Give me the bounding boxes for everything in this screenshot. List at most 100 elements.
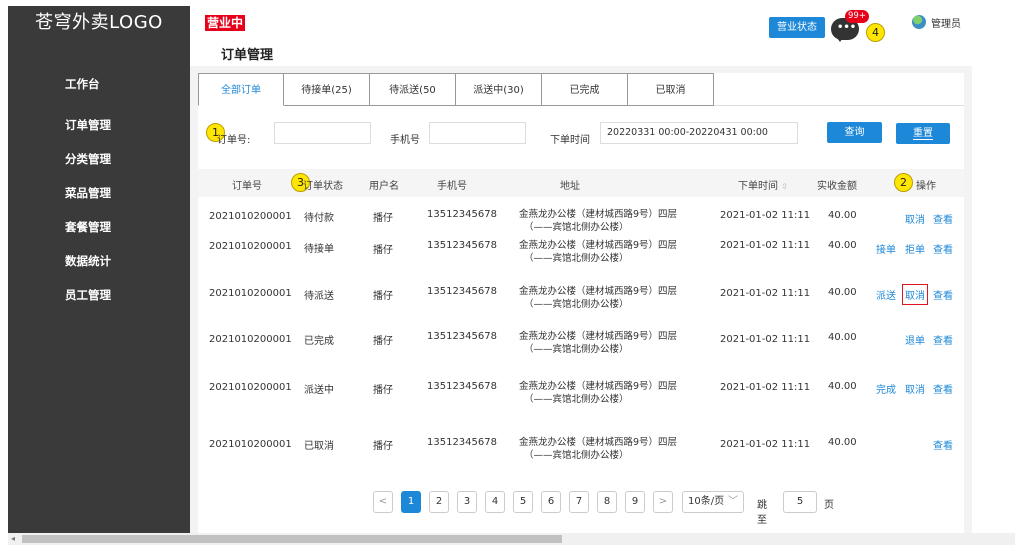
sidebar: 苍穹外卖LOGO 工作台 订单管理 分类管理 菜品管理 套餐管理 数据统计 员工… [8, 6, 190, 533]
page-size-select[interactable]: 10条/页 ﹀ [682, 491, 744, 513]
col-username: 用户名 [369, 181, 399, 192]
view-order-button[interactable]: 查看 [933, 241, 953, 256]
view-order-button[interactable]: 查看 [933, 332, 953, 347]
sidebar-item-setmeals[interactable]: 套餐管理 [8, 210, 190, 244]
phone-cell: 13512345678 [427, 209, 497, 220]
amount-cell: 40.00 [828, 437, 857, 448]
col-order-time[interactable]: 下单时间 ⇳ [738, 177, 788, 192]
page-button-2[interactable]: 2 [429, 491, 449, 513]
orders-table-header: 订单号 3 订单状态 用户名 手机号 地址 下单时间 ⇳ 实收金额 2 操作 [198, 169, 964, 197]
page-button-1[interactable]: 1 [401, 491, 421, 513]
business-status-tag: 营业中 [205, 15, 246, 31]
username-cell: 播仔 [373, 441, 393, 452]
jump-label: 跳至 [757, 500, 767, 526]
amount-cell: 40.00 [828, 210, 857, 221]
shop-status-button[interactable]: 营业状态 [769, 17, 825, 38]
order-time-cell: 2021-01-02 11:11 [720, 240, 811, 251]
avatar[interactable] [912, 15, 926, 29]
accept-order-button[interactable]: 接单 [876, 241, 896, 256]
page-button-9[interactable]: 9 [625, 491, 645, 513]
dispatch-order-button[interactable]: 派送 [876, 287, 896, 302]
col-order-status: 订单状态 [303, 181, 343, 192]
reset-button-label: 重置 [913, 128, 933, 140]
chevron-down-icon: ﹀ [728, 496, 738, 507]
complete-order-button[interactable]: 完成 [876, 381, 896, 396]
phone-cell: 13512345678 [427, 331, 497, 342]
view-order-button[interactable]: 查看 [933, 437, 953, 452]
message-count-badge: 99+ [845, 10, 869, 23]
tab-cancelled[interactable]: 已取消 [628, 73, 714, 106]
app-logo: 苍穹外卖LOGO [35, 12, 163, 33]
order-no-input[interactable] [274, 122, 371, 144]
query-button[interactable]: 查询 [827, 122, 882, 143]
phone-cell: 13512345678 [427, 240, 497, 251]
tab-pending-dispatch[interactable]: 待派送(50 [370, 73, 456, 106]
order-status-cell: 已取消 [304, 441, 334, 452]
amount-cell: 40.00 [828, 287, 857, 298]
sidebar-item-employees[interactable]: 员工管理 [8, 278, 190, 312]
phone-cell: 13512345678 [427, 437, 497, 448]
address-line1: 金燕龙办公楼（建材城西路9号）四层 [519, 437, 678, 448]
page-button-7[interactable]: 7 [569, 491, 589, 513]
order-status-cell: 派送中 [304, 385, 334, 396]
address-line2: （——宾馆北侧办公楼） [524, 222, 629, 233]
username-cell: 播仔 [373, 213, 393, 224]
amount-cell: 40.00 [828, 381, 857, 392]
col-amount: 实收金额 [817, 181, 857, 192]
phone-label: 手机号 [390, 135, 420, 146]
order-time-cell: 2021-01-02 11:11 [720, 382, 811, 393]
sidebar-item-orders[interactable]: 订单管理 [8, 108, 190, 142]
reject-order-button[interactable]: 拒单 [905, 241, 925, 256]
tab-completed[interactable]: 已完成 [542, 73, 628, 106]
next-page-button[interactable]: > [653, 491, 673, 513]
orders-card: 全部订单 待接单(25) 待派送(50 派送中(30) 已完成 已取消 1 订单… [198, 73, 964, 533]
admin-name[interactable]: 管理员 [931, 15, 961, 30]
order-time-range-input[interactable]: 20220331 00:00-20220431 00:00 [600, 122, 798, 144]
sidebar-item-dishes[interactable]: 菜品管理 [8, 176, 190, 210]
refund-order-button[interactable]: 退单 [905, 332, 925, 347]
horizontal-scrollbar[interactable]: ◂ [8, 533, 1015, 545]
main-panel: 全部订单 待接单(25) 待派送(50 派送中(30) 已完成 已取消 1 订单… [190, 66, 972, 533]
ellipsis-icon: ••• [837, 22, 857, 33]
cancel-order-button[interactable]: 取消 [905, 381, 925, 396]
username-cell: 播仔 [373, 291, 393, 302]
view-order-button[interactable]: 查看 [933, 381, 953, 396]
phone-input[interactable] [429, 122, 526, 144]
reset-button[interactable]: 重置 [896, 123, 950, 144]
view-order-button[interactable]: 查看 [933, 287, 953, 302]
sort-icon[interactable]: ⇳ [781, 182, 788, 191]
order-no-cell: 2021010200001 [209, 211, 292, 222]
sidebar-item-categories[interactable]: 分类管理 [8, 142, 190, 176]
page-button-8[interactable]: 8 [597, 491, 617, 513]
scroll-left-icon[interactable]: ◂ [11, 534, 15, 543]
page-button-5[interactable]: 5 [513, 491, 533, 513]
address-line1: 金燕龙办公楼（建材城西路9号）四层 [519, 240, 678, 251]
prev-page-button[interactable]: < [373, 491, 393, 513]
tab-all-orders[interactable]: 全部订单 [198, 73, 284, 106]
order-status-cell: 待派送 [304, 291, 334, 302]
cancel-order-button[interactable]: 取消 [905, 211, 925, 226]
address-line1: 金燕龙办公楼（建材城西路9号）四层 [519, 381, 678, 392]
phone-cell: 13512345678 [427, 286, 497, 297]
order-status-cell: 已完成 [304, 336, 334, 347]
sidebar-item-workbench[interactable]: 工作台 [8, 72, 190, 108]
page-button-3[interactable]: 3 [457, 491, 477, 513]
sidebar-item-statistics[interactable]: 数据统计 [8, 244, 190, 278]
sidebar-menu: 工作台 订单管理 分类管理 菜品管理 套餐管理 数据统计 员工管理 [8, 72, 190, 312]
scrollbar-thumb[interactable] [22, 535, 562, 543]
view-order-button[interactable]: 查看 [933, 211, 953, 226]
page-button-4[interactable]: 4 [485, 491, 505, 513]
order-no-label: 订单号: [217, 135, 251, 146]
tab-delivering[interactable]: 派送中(30) [456, 73, 542, 106]
username-cell: 播仔 [373, 336, 393, 347]
order-no-cell: 2021010200001 [209, 241, 292, 252]
order-time-cell: 2021-01-02 11:11 [720, 439, 811, 450]
page-button-6[interactable]: 6 [541, 491, 561, 513]
cancel-order-button[interactable]: 取消 [902, 284, 928, 305]
col-phone: 手机号 [437, 181, 467, 192]
annotation-marker-4: 4 [866, 23, 885, 42]
tab-pending-accept[interactable]: 待接单(25) [284, 73, 370, 106]
col-actions: 操作 [916, 181, 936, 192]
jump-page-input[interactable]: 5 [783, 491, 817, 513]
address-line1: 金燕龙办公楼（建材城西路9号）四层 [519, 209, 678, 220]
